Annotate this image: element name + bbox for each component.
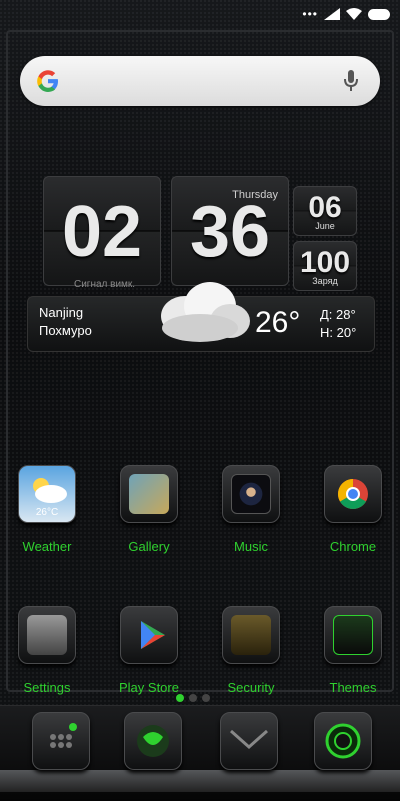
app-settings[interactable]: Settings [7, 606, 87, 695]
weather-condition: Похмуро [39, 323, 92, 338]
page-dot[interactable] [189, 694, 197, 702]
battery-icon [368, 8, 390, 20]
minute-flip-card: Thursday 36 [171, 176, 289, 286]
cloud-weather-icon [161, 282, 250, 342]
app-music[interactable]: Music [211, 465, 291, 554]
app-play-store[interactable]: Play Store [109, 606, 189, 695]
status-icons: ••• [302, 7, 390, 21]
app-label: Weather [22, 539, 72, 554]
battery-flip-card: 100 Заряд [293, 241, 357, 291]
themes-icon [324, 606, 382, 664]
battery-label: Заряд [312, 276, 338, 286]
google-logo-icon [37, 70, 58, 92]
weather-city: Nanjing [39, 305, 84, 320]
date-number: 06 [308, 191, 342, 224]
app-label: Chrome [329, 539, 377, 554]
weather-temperature: 26° [255, 306, 301, 339]
weather-low: Н: 20° [320, 325, 357, 340]
wifi-icon [346, 8, 362, 20]
hour-flip-card: 02 Сигнал вимк. [43, 176, 161, 290]
app-chrome[interactable]: Chrome [313, 465, 393, 554]
app-label: Themes [329, 680, 377, 695]
app-label: Settings [23, 680, 71, 695]
music-icon [222, 465, 280, 523]
page-indicator[interactable] [176, 694, 210, 702]
dock-shelf [0, 770, 400, 792]
page-dot[interactable] [202, 694, 210, 702]
alarm-status: Сигнал вимк. [74, 279, 136, 290]
gallery-icon [120, 465, 178, 523]
status-bar: ••• [0, 0, 400, 30]
clock-minute: 36 [189, 192, 271, 272]
clock-hour: 02 [61, 192, 143, 272]
google-search-bar[interactable] [20, 56, 380, 106]
month-label: June [315, 221, 335, 231]
phone-icon[interactable] [32, 712, 90, 770]
app-label: Music [234, 539, 268, 554]
settings-icon [18, 606, 76, 664]
weather-icon: 26°C [18, 465, 76, 523]
date-flip-card: 06 June [293, 186, 357, 236]
weather-icon-temp: 26°C [35, 507, 59, 518]
battery-percent: 100 [299, 246, 351, 279]
app-gallery[interactable]: Gallery [109, 465, 189, 554]
microphone-icon[interactable] [344, 70, 358, 92]
app-weather[interactable]: 26°C Weather [7, 465, 87, 554]
app-security[interactable]: Security [211, 606, 291, 695]
app-themes[interactable]: Themes [313, 606, 393, 695]
play-store-icon [120, 606, 178, 664]
messages-icon[interactable] [124, 712, 182, 770]
weather-high: Д: 28° [320, 307, 356, 322]
clock-weather-widget[interactable]: 02 Сигнал вимк. Thursday 36 06 June 100 … [27, 176, 375, 352]
notification-dots-icon: ••• [302, 7, 318, 21]
app-label: Security [227, 680, 275, 695]
home-frame [6, 30, 394, 692]
security-icon [222, 606, 280, 664]
app-label: Gallery [128, 539, 170, 554]
camera-icon[interactable] [314, 712, 372, 770]
chrome-icon [324, 465, 382, 523]
email-icon[interactable] [220, 712, 278, 770]
page-dot[interactable] [176, 694, 184, 702]
app-label: Play Store [119, 680, 179, 695]
signal-icon [324, 8, 340, 20]
